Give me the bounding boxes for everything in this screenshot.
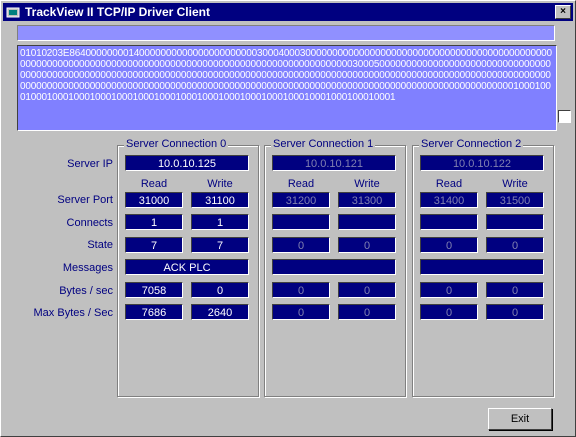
bytes-read-field: 7058 <box>125 282 183 298</box>
label-server-ip: Server IP <box>67 158 113 170</box>
close-button[interactable]: × <box>555 5 571 19</box>
connects-write-field: 1 <box>191 214 249 230</box>
hex-data-display: 01010203E8640000000014000000000000000000… <box>17 45 557 131</box>
state-write-field: 7 <box>191 237 249 253</box>
max-read-field: 0 <box>272 304 330 320</box>
bytes-read-field: 0 <box>272 282 330 298</box>
server-ip-field[interactable]: 10.0.10.121 <box>272 155 396 171</box>
connects-write-field <box>338 214 396 230</box>
bytes-write-field: 0 <box>191 282 249 298</box>
messages-field: ACK PLC <box>125 259 249 275</box>
read-label: Read <box>287 178 315 190</box>
read-label: Read <box>140 178 168 190</box>
max-read-field: 0 <box>420 304 478 320</box>
label-messages: Messages <box>62 262 113 274</box>
connects-read-field <box>420 214 478 230</box>
status-field <box>17 25 555 41</box>
label-server-port: Server Port <box>57 194 113 206</box>
option-checkbox[interactable] <box>558 110 571 123</box>
max-read-field: 7686 <box>125 304 183 320</box>
group-label: Server Connection 2 <box>419 138 524 150</box>
port-write-field[interactable]: 31500 <box>486 192 544 208</box>
max-write-field: 2640 <box>191 304 249 320</box>
app-window: TrackView II TCP/IP Driver Client × 0101… <box>0 0 576 437</box>
messages-field <box>420 259 544 275</box>
state-write-field: 0 <box>338 237 396 253</box>
connects-write-field <box>486 214 544 230</box>
label-bytes-sec: Bytes / sec <box>59 285 113 297</box>
port-read-field[interactable]: 31400 <box>420 192 478 208</box>
connects-read-field <box>272 214 330 230</box>
server-connection-2-group: Server Connection 2 10.0.10.122 Read Wri… <box>412 138 554 397</box>
bytes-read-field: 0 <box>420 282 478 298</box>
messages-field <box>272 259 396 275</box>
write-label: Write <box>502 178 528 190</box>
exit-button[interactable]: Exit <box>488 408 552 430</box>
max-write-field: 0 <box>338 304 396 320</box>
title-bar[interactable]: TrackView II TCP/IP Driver Client × <box>3 3 573 21</box>
bytes-write-field: 0 <box>486 282 544 298</box>
label-state: State <box>87 239 113 251</box>
label-connects: Connects <box>66 217 113 229</box>
port-read-field[interactable]: 31200 <box>272 192 330 208</box>
group-label: Server Connection 0 <box>124 138 229 150</box>
server-connection-1-group: Server Connection 1 10.0.10.121 Read Wri… <box>264 138 406 397</box>
app-icon <box>6 7 20 18</box>
bytes-write-field: 0 <box>338 282 396 298</box>
server-ip-field[interactable]: 10.0.10.122 <box>420 155 544 171</box>
window-title: TrackView II TCP/IP Driver Client <box>25 5 210 19</box>
connects-read-field: 1 <box>125 214 183 230</box>
server-ip-field[interactable]: 10.0.10.125 <box>125 155 249 171</box>
state-write-field: 0 <box>486 237 544 253</box>
port-write-field[interactable]: 31100 <box>191 192 249 208</box>
write-label: Write <box>207 178 233 190</box>
port-write-field[interactable]: 31300 <box>338 192 396 208</box>
state-read-field: 7 <box>125 237 183 253</box>
read-label: Read <box>435 178 463 190</box>
server-connection-0-group: Server Connection 0 10.0.10.125 Read Wri… <box>117 138 259 397</box>
state-read-field: 0 <box>272 237 330 253</box>
port-read-field[interactable]: 31000 <box>125 192 183 208</box>
state-read-field: 0 <box>420 237 478 253</box>
max-write-field: 0 <box>486 304 544 320</box>
label-max-bytes-sec: Max Bytes / Sec <box>33 307 113 319</box>
write-label: Write <box>354 178 380 190</box>
group-label: Server Connection 1 <box>271 138 376 150</box>
